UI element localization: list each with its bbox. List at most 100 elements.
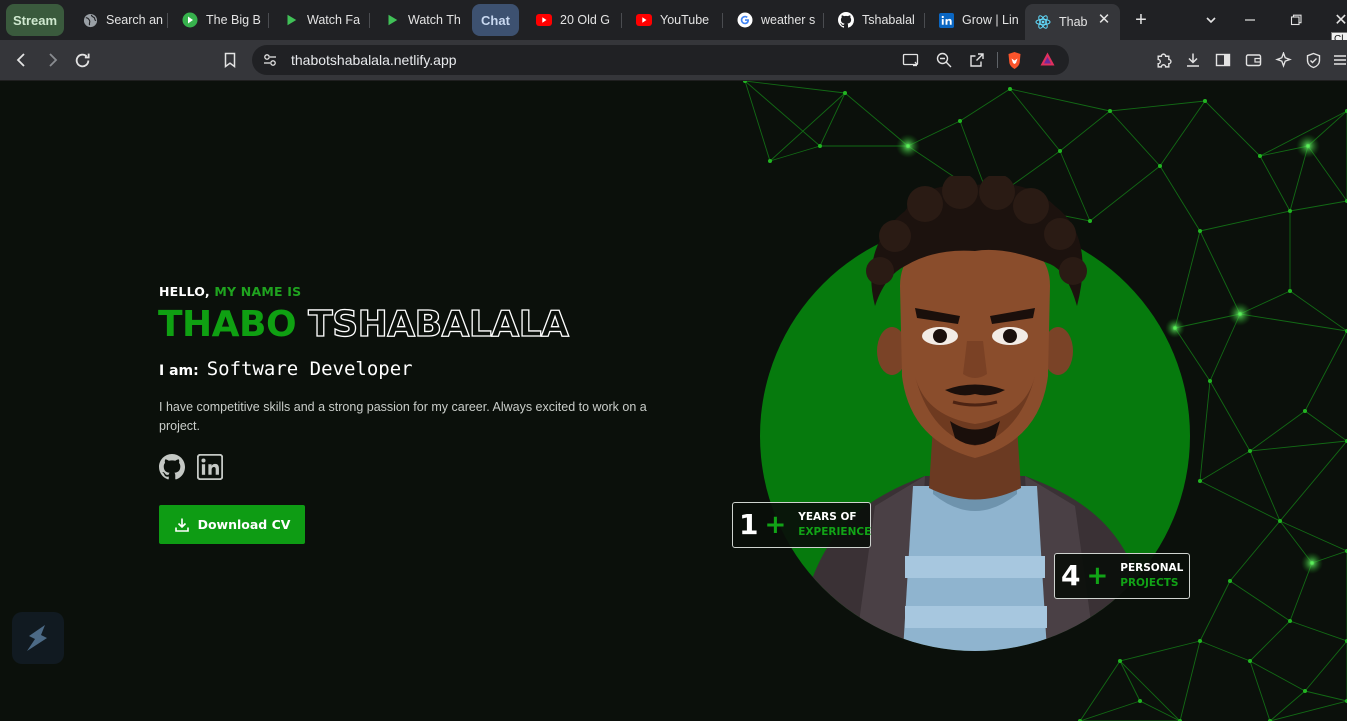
brave-shields-icon[interactable] [1006, 51, 1023, 75]
cast-icon[interactable] [902, 52, 919, 73]
menu-icon[interactable] [1328, 48, 1347, 72]
network-line [1289, 290, 1347, 332]
google-icon [737, 12, 753, 28]
network-node [768, 159, 772, 163]
tab-watch-th[interactable]: Watch Th [374, 4, 468, 36]
tab-youtube[interactable]: YouTube [626, 4, 723, 36]
linkedin-icon [938, 12, 954, 28]
tab-group-chat[interactable]: Chat [472, 4, 519, 36]
back-icon[interactable] [10, 48, 34, 72]
tab-strip: Stream Search an The Big B Watch Fa Watc… [0, 0, 1347, 40]
stat-plus: + [1086, 561, 1109, 591]
stat-number: 4 [1061, 559, 1081, 592]
network-line [1249, 440, 1347, 452]
share-icon[interactable] [969, 52, 985, 73]
extensions-icon[interactable] [1151, 48, 1175, 72]
stat-label-line1: PERSONAL [1120, 562, 1184, 574]
linkedin-icon [196, 453, 224, 481]
network-line [1304, 640, 1347, 692]
s-logo-icon [27, 625, 47, 651]
tab-group-stream[interactable]: Stream [6, 4, 64, 36]
youtube-icon [636, 12, 652, 28]
network-line [1179, 640, 1201, 721]
network-node [1288, 289, 1292, 293]
tab-tshabalala-github[interactable]: Tshabalal [828, 4, 925, 36]
site-info-icon[interactable] [262, 52, 278, 73]
network-line [1199, 210, 1291, 232]
network-line [1119, 660, 1141, 702]
forward-icon[interactable] [40, 48, 64, 72]
stat-projects: 4 + PERSONAL PROJECTS [1054, 553, 1190, 599]
network-line [1304, 410, 1347, 442]
reload-icon[interactable] [70, 48, 94, 72]
minimize-icon[interactable] [1240, 10, 1260, 30]
role-line: I am: Software Developer [159, 358, 413, 380]
network-node [1303, 409, 1307, 413]
vpn-shield-icon[interactable] [1301, 48, 1325, 72]
network-line [1159, 100, 1206, 167]
network-line [1199, 450, 1251, 482]
network-line [744, 81, 821, 147]
network-line [744, 81, 771, 162]
network-node [1118, 659, 1122, 663]
network-node [1258, 154, 1262, 158]
url-text[interactable]: thabotshabalala.netlify.app [291, 52, 457, 68]
restore-icon[interactable] [1286, 10, 1306, 30]
network-node [1208, 379, 1212, 383]
network-line [1209, 380, 1251, 452]
network-line [1059, 110, 1111, 152]
zoom-icon[interactable] [936, 52, 952, 73]
network-line [1204, 100, 1261, 157]
network-line [1279, 520, 1347, 552]
network-line [1079, 660, 1121, 721]
network-node [1008, 87, 1012, 91]
network-line [769, 145, 821, 162]
network-node [1203, 99, 1207, 103]
download-icon[interactable] [1181, 48, 1205, 72]
tab-the-big-b[interactable]: The Big B [172, 4, 269, 36]
tab-weather[interactable]: weather s [727, 4, 824, 36]
tab-active-thabo[interactable]: Thab ✕ [1025, 4, 1120, 40]
network-node [1228, 579, 1232, 583]
tab-watch-fa[interactable]: Watch Fa [273, 4, 370, 36]
download-icon [174, 518, 189, 532]
network-node [1198, 229, 1202, 233]
close-tab-icon[interactable]: ✕ [1097, 12, 1111, 27]
play-circle-icon [182, 12, 198, 28]
tab-grow-linkedin[interactable]: Grow | Lin [928, 4, 1022, 36]
network-node [1303, 689, 1307, 693]
network-line [1109, 110, 1161, 167]
wallet-icon[interactable] [1241, 48, 1265, 72]
stat-label-line2: PROJECTS [1120, 577, 1179, 589]
address-bar[interactable]: thabotshabalala.netlify.app [252, 45, 1069, 75]
github-link[interactable] [159, 454, 186, 481]
linkedin-link[interactable] [196, 453, 224, 481]
leo-ai-icon[interactable] [1271, 48, 1295, 72]
network-node [1278, 519, 1282, 523]
network-line [1249, 410, 1306, 452]
network-line [1304, 690, 1347, 702]
floating-widget[interactable] [12, 612, 64, 664]
network-line [1199, 580, 1231, 642]
network-node [1198, 639, 1202, 643]
tab-20-old-g[interactable]: 20 Old G [526, 4, 622, 36]
new-tab-icon[interactable]: + [1131, 9, 1151, 31]
brave-rewards-icon[interactable] [1039, 51, 1056, 73]
hero-description: I have competitive skills and a strong p… [159, 400, 647, 433]
network-node [1158, 164, 1162, 168]
tab-search[interactable]: Search an [72, 4, 168, 36]
bookmark-icon[interactable] [218, 48, 242, 72]
network-line [1109, 100, 1206, 112]
close-window-icon[interactable]: ✕ [1331, 10, 1347, 30]
tab-search-chevron-icon[interactable] [1201, 10, 1221, 30]
network-line [819, 92, 846, 147]
sidebar-icon[interactable] [1211, 48, 1235, 72]
network-line [1119, 660, 1181, 721]
download-cv-button[interactable]: Download CV [159, 505, 305, 544]
network-node [1108, 109, 1112, 113]
network-line [1199, 380, 1211, 482]
network-line [1139, 700, 1181, 721]
network-line [1239, 313, 1347, 332]
github-icon [838, 12, 854, 28]
greeting: HELLO, MY NAME IS [159, 284, 302, 299]
